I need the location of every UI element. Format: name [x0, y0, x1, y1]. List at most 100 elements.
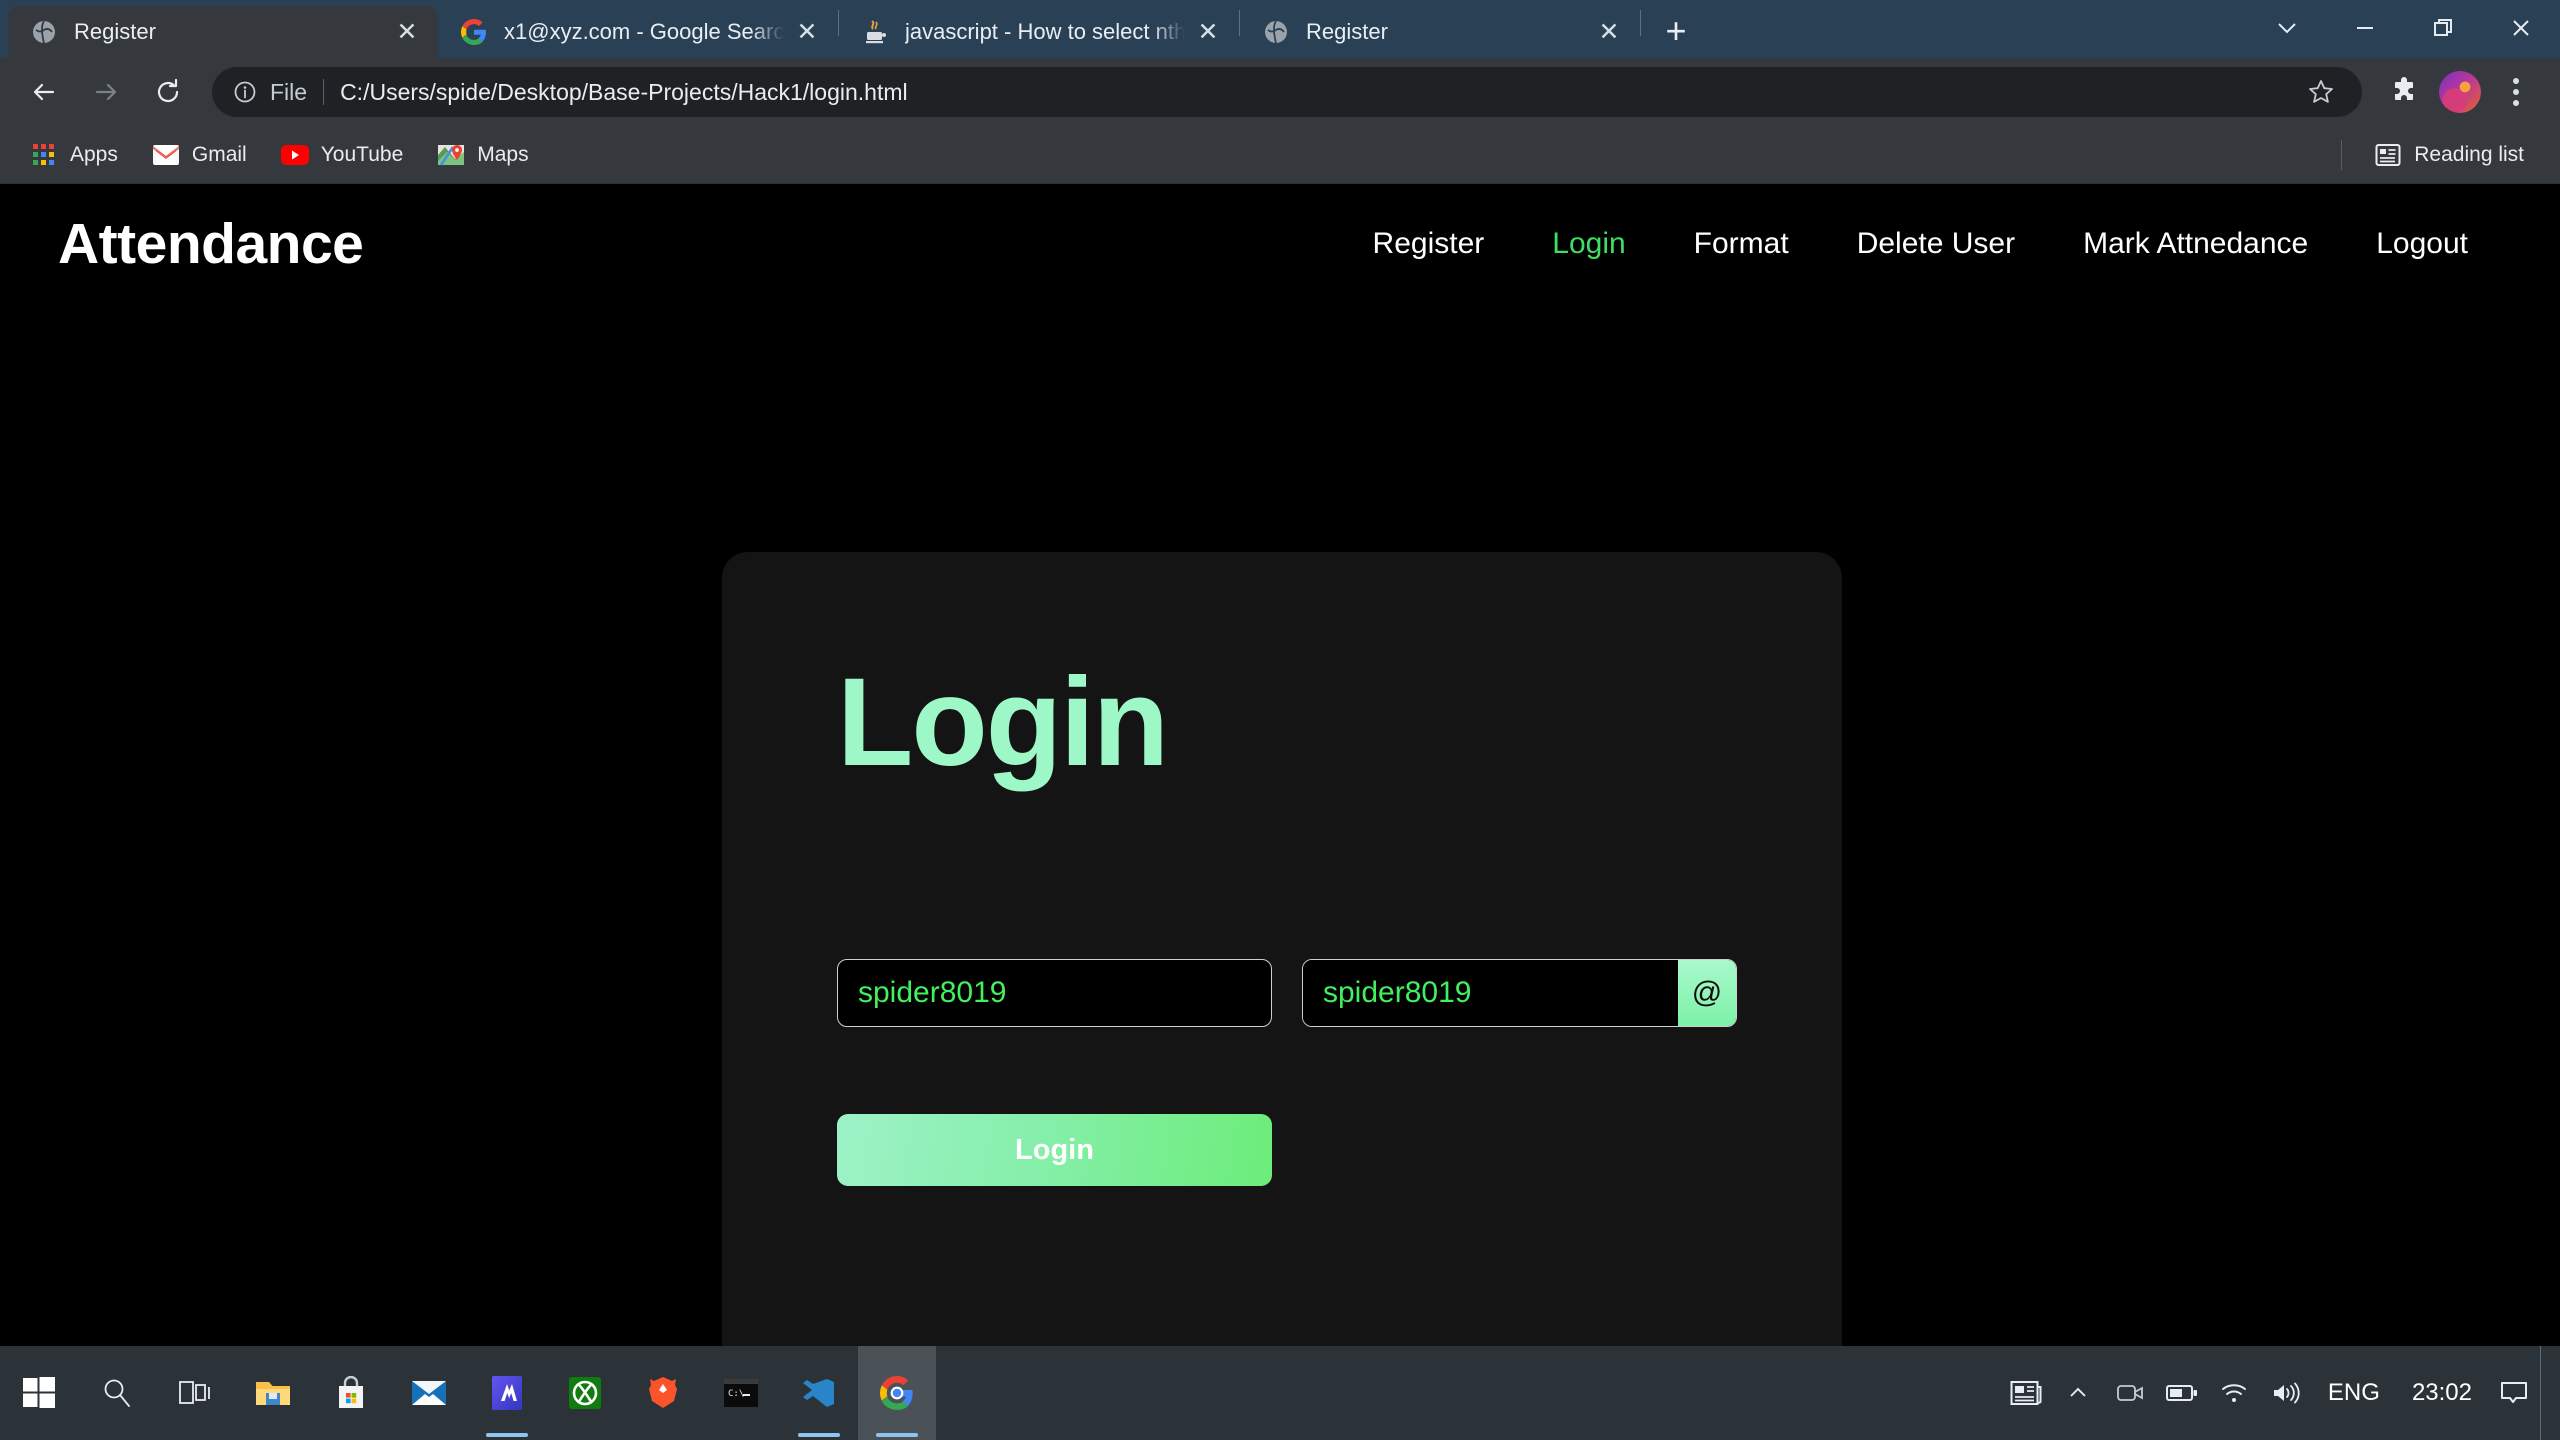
apps-grid-icon [30, 141, 58, 169]
xbox-app[interactable] [546, 1346, 624, 1440]
taskbar-apps: C:\ [0, 1346, 936, 1440]
close-icon[interactable]: ✕ [390, 15, 424, 49]
task-view-button[interactable] [156, 1346, 234, 1440]
generic-page-icon [1262, 18, 1290, 46]
tab-separator [1640, 10, 1641, 36]
nav-link-login[interactable]: Login [1518, 227, 1659, 261]
wifi-icon[interactable] [2208, 1346, 2260, 1440]
window-controls [2248, 0, 2560, 56]
page-viewport: Attendance Register Login Format Delete … [0, 184, 2560, 1346]
nav-link-register[interactable]: Register [1339, 227, 1519, 261]
reload-icon[interactable] [140, 64, 196, 120]
show-desktop-button[interactable] [2540, 1346, 2554, 1440]
close-icon[interactable]: ✕ [1191, 15, 1225, 49]
at-symbol-addon: @ [1678, 960, 1736, 1026]
reading-list-button[interactable]: Reading list [2360, 133, 2538, 177]
nav-link-format[interactable]: Format [1660, 227, 1823, 261]
movies-tv-app[interactable] [468, 1346, 546, 1440]
gmail-icon [152, 141, 180, 169]
browser-tab-1[interactable]: Register ✕ [8, 6, 438, 58]
browser-tab-2[interactable]: x1@xyz.com - Google Search ✕ [438, 6, 838, 58]
close-icon[interactable] [2482, 0, 2560, 56]
login-form-row: @ [837, 959, 1737, 1027]
system-tray: ENG 23:02 [2000, 1346, 2560, 1440]
tab-search-chevron-icon[interactable] [2248, 0, 2326, 56]
omnibox-divider [323, 79, 324, 105]
bookmark-maps[interactable]: Maps [423, 133, 542, 177]
tab-title: Register [74, 19, 384, 45]
command-prompt[interactable]: C:\ [702, 1346, 780, 1440]
page-title: Login [837, 660, 1167, 785]
bookmark-label: Apps [70, 143, 118, 167]
email-input[interactable] [1303, 960, 1678, 1026]
tab-title: Register [1306, 19, 1586, 45]
url-text: C:/Users/spide/Desktop/Base-Projects/Hac… [340, 79, 908, 106]
mail-app[interactable] [390, 1346, 468, 1440]
brave-browser[interactable] [624, 1346, 702, 1440]
clock[interactable]: 23:02 [2396, 1346, 2488, 1440]
bookmark-gmail[interactable]: Gmail [138, 133, 261, 177]
generic-page-icon [30, 18, 58, 46]
site-brand: Attendance [58, 216, 363, 273]
info-circle-icon[interactable] [230, 77, 260, 107]
visual-studio-code[interactable] [780, 1346, 858, 1440]
camera-icon[interactable] [2104, 1346, 2156, 1440]
url-scheme-label: File [270, 79, 307, 106]
tab-title: javascript - How to select nth iter [905, 19, 1185, 45]
google-icon [460, 18, 488, 46]
screen: Register ✕ x1@xyz.com - Google Search ✕ [0, 0, 2560, 1440]
site-header: Attendance Register Login Format Delete … [0, 184, 2560, 304]
address-bar[interactable]: File C:/Users/spide/Desktop/Base-Project… [212, 67, 2362, 117]
notification-icon[interactable] [2488, 1346, 2540, 1440]
nav-link-delete-user[interactable]: Delete User [1823, 227, 2049, 261]
bookmarks-bar: Apps Gmail [0, 126, 2560, 184]
file-explorer[interactable] [234, 1346, 312, 1440]
browser-toolbar: File C:/Users/spide/Desktop/Base-Project… [0, 58, 2560, 126]
browser-window: Register ✕ x1@xyz.com - Google Search ✕ [0, 0, 2560, 1346]
avatar[interactable] [2432, 64, 2488, 120]
login-submit-button[interactable]: Login [837, 1114, 1272, 1186]
bookmark-label: YouTube [321, 143, 404, 167]
chevron-up-icon[interactable] [2052, 1346, 2104, 1440]
close-icon[interactable]: ✕ [1592, 15, 1626, 49]
back-arrow-icon[interactable] [16, 64, 72, 120]
bookmark-label: Maps [477, 143, 528, 167]
windows-taskbar: C:\ [0, 1346, 2560, 1440]
forward-arrow-icon [78, 64, 134, 120]
reading-list-icon [2374, 141, 2402, 169]
volume-icon[interactable] [2260, 1346, 2312, 1440]
battery-icon[interactable] [2156, 1346, 2208, 1440]
bookmark-apps[interactable]: Apps [16, 133, 132, 177]
username-input[interactable] [858, 976, 1251, 1010]
puzzle-icon[interactable] [2376, 64, 2432, 120]
username-field-wrapper[interactable] [837, 959, 1272, 1027]
minimize-icon[interactable] [2326, 0, 2404, 56]
new-tab-button[interactable]: + [1653, 8, 1699, 54]
login-card: Login @ Login [722, 552, 1842, 1346]
bookmarks-separator [2341, 140, 2342, 170]
svg-text:C:\: C:\ [728, 1389, 744, 1399]
restore-icon[interactable] [2404, 0, 2482, 56]
close-icon[interactable]: ✕ [790, 15, 824, 49]
nav-link-mark-attendance[interactable]: Mark Attnedance [2049, 227, 2342, 261]
start-button[interactable] [0, 1346, 78, 1440]
maps-icon [437, 141, 465, 169]
language-indicator[interactable]: ENG [2312, 1346, 2396, 1440]
star-icon[interactable] [2298, 69, 2344, 115]
email-field-wrapper[interactable]: @ [1302, 959, 1737, 1027]
news-weather-icon[interactable] [2000, 1346, 2052, 1440]
search-button[interactable] [78, 1346, 156, 1440]
site-nav: Register Login Format Delete User Mark A… [1339, 227, 2502, 261]
bookmark-youtube[interactable]: YouTube [267, 133, 418, 177]
youtube-icon [281, 141, 309, 169]
tab-title: x1@xyz.com - Google Search [504, 19, 784, 45]
three-dot-menu-icon[interactable] [2488, 64, 2544, 120]
reading-list-label: Reading list [2414, 143, 2524, 167]
browser-tab-4[interactable]: Register ✕ [1240, 6, 1640, 58]
stackoverflow-java-icon [861, 18, 889, 46]
browser-tab-3[interactable]: javascript - How to select nth iter ✕ [839, 6, 1239, 58]
nav-link-logout[interactable]: Logout [2342, 227, 2502, 261]
microsoft-store[interactable] [312, 1346, 390, 1440]
google-chrome[interactable] [858, 1346, 936, 1440]
tab-strip: Register ✕ x1@xyz.com - Google Search ✕ [0, 0, 2560, 58]
